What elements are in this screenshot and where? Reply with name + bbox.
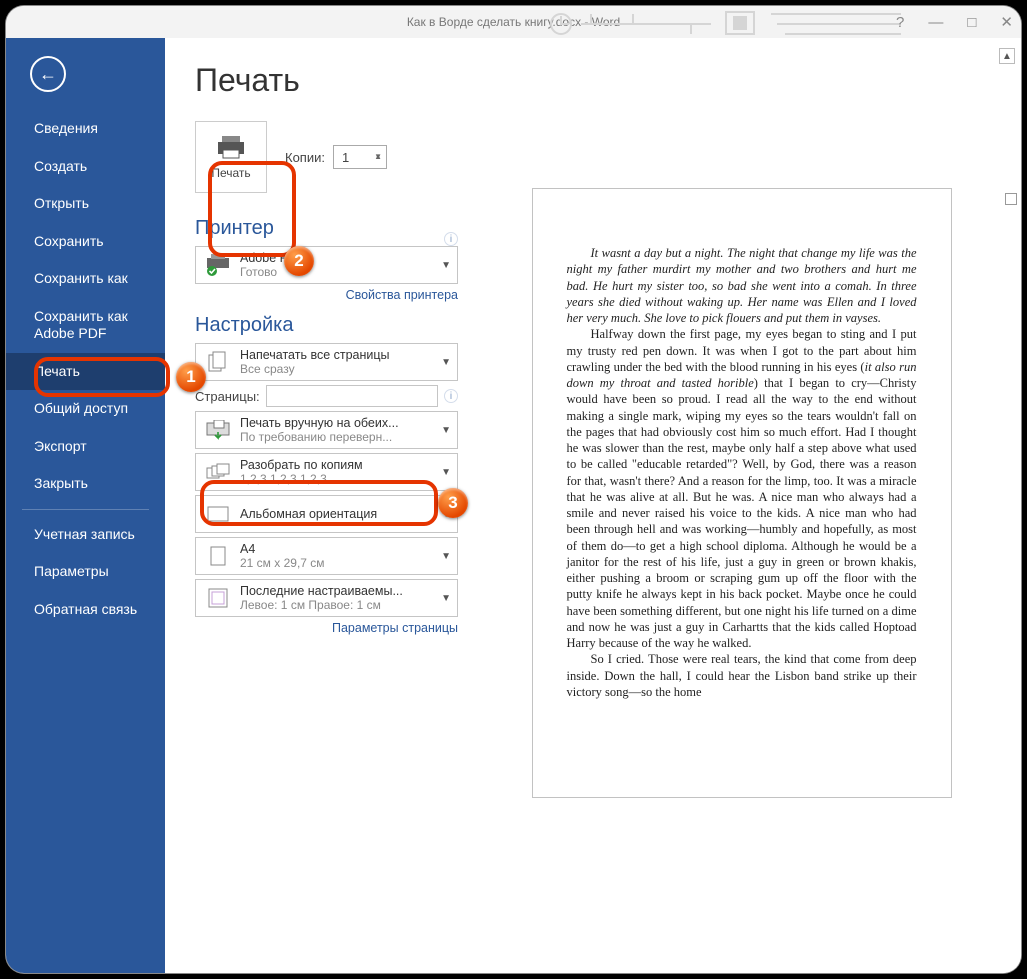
landscape-icon bbox=[204, 506, 232, 522]
sidebar-item-saveas[interactable]: Сохранить как bbox=[6, 260, 165, 298]
sidebar-item-close[interactable]: Закрыть bbox=[6, 465, 165, 503]
arrow-left-icon: ← bbox=[39, 64, 57, 85]
margins-icon bbox=[204, 588, 232, 608]
preview-resize-handle[interactable] bbox=[1005, 193, 1017, 205]
chevron-down-icon: ▼ bbox=[441, 425, 451, 436]
titlebar-decoration bbox=[541, 8, 901, 36]
sidebar-item-print[interactable]: Печать bbox=[6, 353, 165, 391]
doc-paragraph-3: So I cried. Those were real tears, the k… bbox=[567, 651, 917, 700]
printer-icon bbox=[215, 134, 247, 160]
printer-properties-link[interactable]: Свойства принтера bbox=[195, 288, 458, 302]
print-sides-selector[interactable]: Печать вручную на обеих... По требованию… bbox=[195, 411, 458, 449]
backstage-sidebar: ← Сведения Создать Открыть Сохранить Сох… bbox=[6, 38, 165, 973]
sidebar-item-options[interactable]: Параметры bbox=[6, 553, 165, 591]
scroll-up-button[interactable]: ▲ bbox=[999, 48, 1015, 64]
minimize-icon[interactable]: — bbox=[928, 14, 943, 31]
margins-selector[interactable]: Последние настраиваемы... Левое: 1 см Пр… bbox=[195, 579, 458, 617]
chevron-down-icon: ▼ bbox=[441, 467, 451, 478]
chevron-down-icon: ▼ bbox=[441, 509, 451, 520]
sidebar-item-share[interactable]: Общий доступ bbox=[6, 390, 165, 428]
sidebar-item-save[interactable]: Сохранить bbox=[6, 223, 165, 261]
sidebar-divider bbox=[22, 509, 149, 510]
sidebar-item-saveas-pdf[interactable]: Сохранить как Adobe PDF bbox=[6, 298, 165, 353]
print-button-label: Печать bbox=[211, 166, 250, 180]
sidebar-item-open[interactable]: Открыть bbox=[6, 185, 165, 223]
copies-label: Копии: bbox=[285, 150, 325, 165]
collate-selector[interactable]: Разобрать по копиям 1,2,3 1,2,3 1,2,3 ▼ bbox=[195, 453, 458, 491]
info-icon[interactable]: i bbox=[444, 232, 458, 246]
copies-input[interactable]: 1 ▲▼ bbox=[333, 145, 387, 169]
paper-size-selector[interactable]: A4 21 см x 29,7 см ▼ bbox=[195, 537, 458, 575]
printer-heading: Принтер bbox=[195, 217, 274, 240]
info-icon[interactable]: i bbox=[444, 389, 458, 403]
print-range-selector[interactable]: Напечатать все страницы Все сразу ▼ bbox=[195, 343, 458, 381]
printer-ready-icon bbox=[204, 254, 232, 276]
doc-paragraph-1: It wasnt a day but a night. The night th… bbox=[567, 245, 917, 326]
restore-icon[interactable]: □ bbox=[967, 14, 976, 31]
sidebar-item-feedback[interactable]: Обратная связь bbox=[6, 591, 165, 629]
printer-selector[interactable]: Adobe PDF Готово ▼ bbox=[195, 246, 458, 284]
preview-page: It wasnt a day but a night. The night th… bbox=[532, 188, 952, 798]
close-icon[interactable]: ✕ bbox=[1000, 13, 1013, 31]
sidebar-item-new[interactable]: Создать bbox=[6, 148, 165, 186]
chevron-down-icon: ▼ bbox=[441, 593, 451, 604]
print-settings-panel: Печать Печать Копии: 1 bbox=[165, 38, 480, 973]
help-icon[interactable]: ? bbox=[896, 14, 904, 31]
collate-icon bbox=[204, 463, 232, 481]
pages-label: Страницы: bbox=[195, 389, 260, 404]
duplex-icon bbox=[204, 420, 232, 440]
settings-heading: Настройка bbox=[195, 314, 458, 337]
sidebar-item-export[interactable]: Экспорт bbox=[6, 428, 165, 466]
page-icon bbox=[204, 546, 232, 566]
printer-name: Adobe PDF bbox=[240, 251, 433, 265]
print-button[interactable]: Печать bbox=[195, 121, 267, 193]
page-setup-link[interactable]: Параметры страницы bbox=[195, 621, 458, 635]
chevron-down-icon: ▼ bbox=[441, 260, 451, 271]
page-title: Печать bbox=[195, 62, 458, 99]
pages-input[interactable] bbox=[266, 385, 438, 407]
printer-status: Готово bbox=[240, 265, 433, 279]
sidebar-item-info[interactable]: Сведения bbox=[6, 110, 165, 148]
pages-icon bbox=[204, 351, 232, 373]
chevron-down-icon: ▼ bbox=[441, 357, 451, 368]
print-preview: ▲ It wasnt a day but a night. The night … bbox=[480, 38, 1021, 973]
back-button[interactable]: ← bbox=[30, 56, 66, 92]
copies-value: 1 bbox=[342, 150, 349, 165]
orientation-selector[interactable]: Альбомная ориентация ▼ bbox=[195, 495, 458, 533]
sidebar-item-account[interactable]: Учетная запись bbox=[6, 516, 165, 554]
titlebar: Как в Ворде сделать книгу.docx - Word ? … bbox=[6, 6, 1021, 38]
doc-paragraph-2: Halfway down the first page, my eyes beg… bbox=[567, 326, 917, 651]
chevron-down-icon: ▼ bbox=[441, 551, 451, 562]
